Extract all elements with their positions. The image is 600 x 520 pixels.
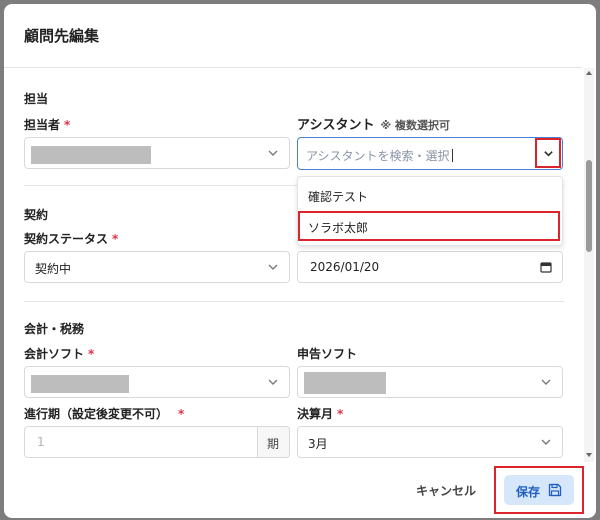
contract-date-input[interactable]: 2026/01/20: [297, 251, 563, 283]
tax-filing-soft-label: 申告ソフト: [297, 347, 358, 361]
required-mark: *: [112, 232, 119, 246]
chevron-down-icon: [268, 379, 278, 385]
tantousha-label-text: 担当者: [24, 118, 61, 132]
save-button[interactable]: 保存: [504, 475, 574, 505]
chevron-down-icon: [544, 151, 553, 157]
tantousha-label: 担当者 *: [24, 116, 70, 133]
client-edit-modal: 顧問先編集 担当 担当者 * アシスタント ※ 複数選択可 アシスタントを検索・選択…: [4, 4, 596, 518]
fiscal-period-value: 1: [37, 435, 45, 449]
tantousha-select[interactable]: [24, 137, 290, 169]
scrollbar-thumb[interactable]: [586, 160, 592, 252]
closing-month-select[interactable]: 3月: [297, 426, 563, 458]
modal-body: 担当 担当者 * アシスタント ※ 複数選択可 アシスタントを検索・選択 確認テスト…: [4, 68, 582, 462]
redacted-value: [31, 375, 129, 393]
required-mark: *: [88, 347, 95, 361]
accounting-soft-label-text: 会計ソフト: [24, 347, 85, 361]
section-divider: [24, 301, 564, 302]
modal-title: 顧問先編集: [24, 27, 100, 45]
accounting-soft-label: 会計ソフト *: [24, 345, 94, 362]
scrollbar-track[interactable]: [584, 68, 594, 462]
closing-month-label: 決算月 *: [297, 405, 343, 422]
text-caret: [451, 149, 453, 162]
required-mark: *: [64, 118, 71, 132]
contract-date-value: 2026/01/20: [310, 260, 380, 274]
accounting-soft-select[interactable]: [24, 366, 290, 398]
section-title-kaikei: 会計・税務: [24, 322, 85, 336]
section-title-tantou: 担当: [24, 92, 49, 106]
section-title-keiyaku: 契約: [24, 208, 49, 222]
modal-footer: キャンセル 保存: [4, 462, 596, 518]
required-mark: *: [337, 407, 344, 421]
fiscal-period-suffix: 期: [257, 427, 289, 457]
assistant-option[interactable]: 確認テスト: [298, 180, 562, 210]
chevron-down-icon: [541, 379, 551, 385]
assistant-search-input[interactable]: アシスタントを検索・選択: [297, 137, 563, 170]
closing-month-label-text: 決算月: [297, 407, 334, 421]
required-mark: *: [178, 407, 185, 421]
fiscal-period-label-text: 進行期（設定後変更不可）: [24, 407, 169, 421]
assistant-dropdown-menu: 確認テスト ソラボ太郎: [297, 176, 563, 246]
assistant-dropdown-toggle[interactable]: [535, 138, 561, 168]
assistant-label: アシスタント ※ 複数選択可: [297, 114, 450, 133]
contract-status-label: 契約ステータス *: [24, 230, 118, 247]
fiscal-period-label: 進行期（設定後変更不可） *: [24, 405, 184, 422]
assistant-hint: ※ 複数選択可: [380, 119, 451, 132]
cancel-button[interactable]: キャンセル: [416, 482, 476, 499]
tax-filing-soft-select[interactable]: [297, 366, 563, 398]
save-button-highlight: 保存: [494, 466, 584, 514]
calendar-icon[interactable]: [540, 261, 552, 273]
scroll-down-arrow-icon[interactable]: [586, 452, 592, 458]
scroll-up-arrow-icon[interactable]: [586, 70, 592, 76]
save-icon: [548, 483, 562, 497]
contract-status-value: 契約中: [35, 262, 72, 276]
contract-status-select[interactable]: 契約中: [24, 251, 290, 283]
redacted-value: [304, 372, 386, 394]
chevron-down-icon: [268, 264, 278, 270]
save-button-label: 保存: [516, 485, 541, 499]
fiscal-period-input: 1 期: [24, 426, 290, 458]
assistant-label-text: アシスタント: [297, 118, 375, 133]
chevron-down-icon: [268, 150, 278, 156]
contract-status-label-text: 契約ステータス: [24, 232, 109, 246]
assistant-placeholder: アシスタントを検索・選択: [306, 147, 453, 164]
chevron-down-icon: [541, 439, 551, 445]
redacted-value: [31, 146, 151, 164]
assistant-option-highlighted[interactable]: ソラボ太郎: [298, 211, 560, 241]
closing-month-value: 3月: [308, 437, 328, 451]
